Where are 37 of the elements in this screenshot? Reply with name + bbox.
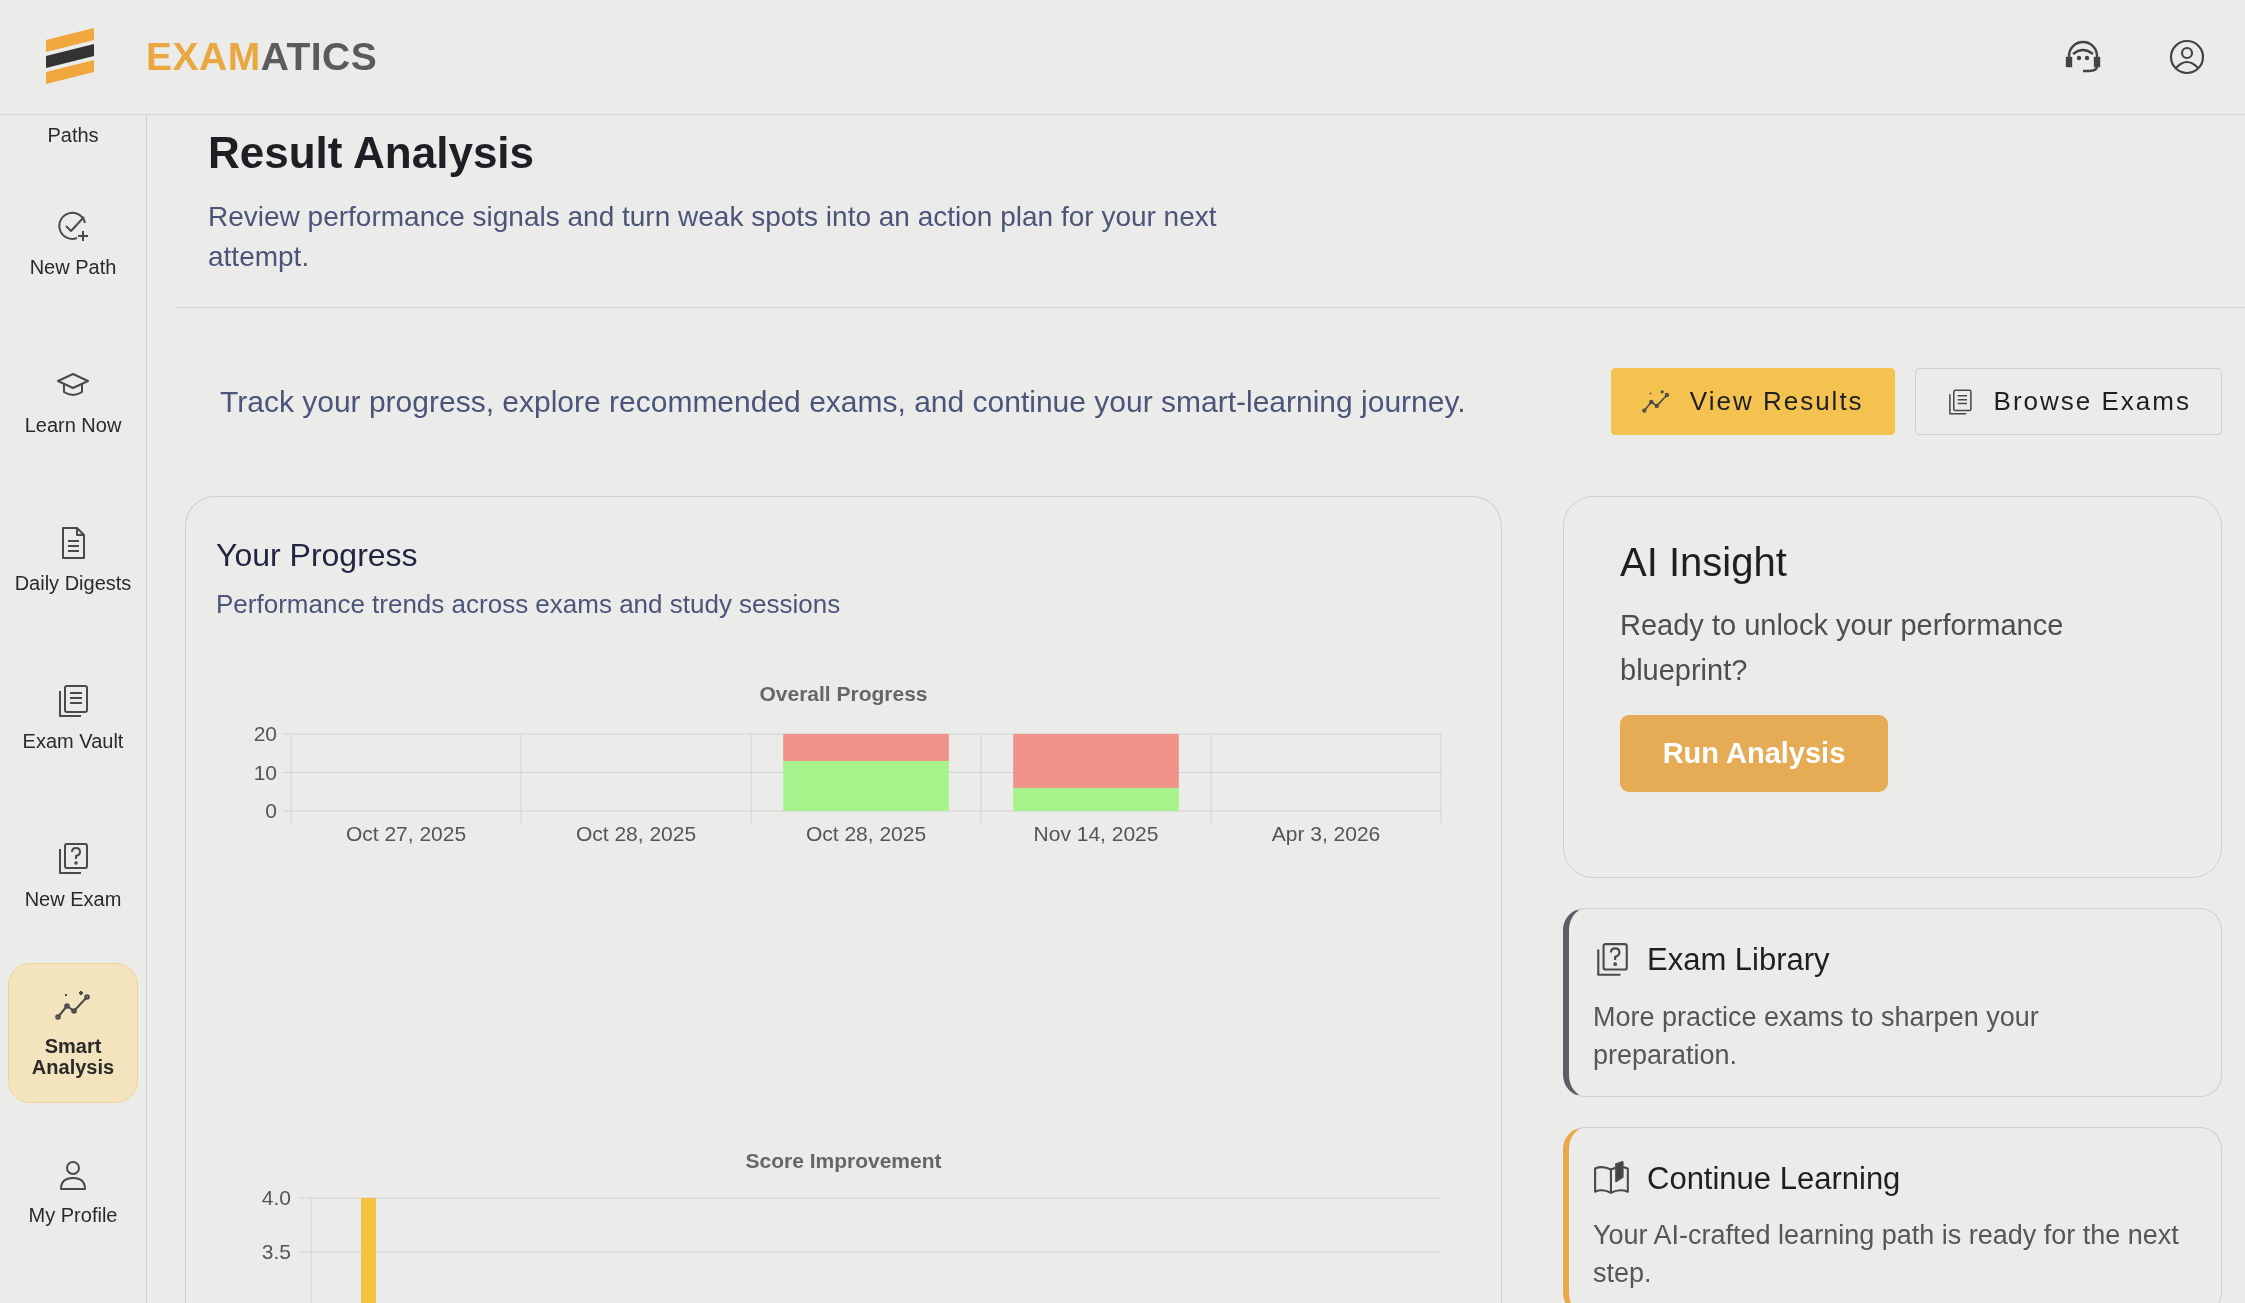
axis-tick-label: Oct 27, 2025 bbox=[345, 821, 467, 845]
intro-text: Track your progress, explore recommended exams, and continue your smart-learning journey. bbox=[220, 384, 1466, 420]
axis-tick-label: 10 bbox=[253, 760, 277, 783]
axis-tick-label: Oct 28, 2025 bbox=[805, 821, 927, 845]
chart-title: Score Improvement bbox=[744, 1147, 943, 1174]
sidebar-item[interactable]: My Profile bbox=[8, 1121, 138, 1261]
profile-icon[interactable] bbox=[2169, 39, 2205, 75]
card-subtitle: Performance trends across exams and study sessions bbox=[216, 588, 842, 621]
trend-chart-icon bbox=[1641, 387, 1670, 416]
sidebar-item[interactable]: New Exam bbox=[8, 805, 138, 945]
axis-tick-label: Nov 14, 2025 bbox=[1033, 821, 1159, 845]
axis-tick-label: 3.5 bbox=[261, 1240, 291, 1263]
card-text: More practice exams to sharpen your preparation. bbox=[1593, 1000, 2040, 1072]
axis-tick-label: Apr 3, 2026 bbox=[1271, 821, 1381, 845]
card-text: Ready to unlock your performance blueprint? bbox=[1620, 608, 2065, 688]
chart-title: Overall Progress bbox=[758, 681, 929, 707]
axis-tick-label: 4.0 bbox=[261, 1186, 291, 1209]
browse-exams-button[interactable]: Browse Exams bbox=[1914, 368, 2222, 435]
axis-tick-label: 0 bbox=[265, 798, 277, 822]
axis-tick-label: 20 bbox=[253, 721, 277, 745]
card-text: Your AI-crafted learning path is ready for the next step. bbox=[1593, 1219, 2180, 1290]
view-results-button[interactable]: View Results bbox=[1610, 368, 1895, 435]
sidebar-item[interactable]: Smart Analysis bbox=[8, 963, 138, 1103]
page-title: Result Analysis bbox=[208, 127, 536, 179]
sidebar-item[interactable]: Exam Vault bbox=[8, 647, 138, 787]
sidebar-item[interactable]: Paths bbox=[8, 115, 138, 147]
sidebar-item[interactable]: Daily Digests bbox=[8, 489, 138, 629]
brand-name: EXAMATICS bbox=[146, 33, 378, 80]
headset-icon[interactable] bbox=[2065, 40, 2101, 74]
card-title: Continue Learning bbox=[1647, 1159, 1901, 1198]
sidebar-item[interactable]: Learn Now bbox=[8, 331, 138, 471]
card-title: Your Progress bbox=[216, 536, 419, 575]
card-title: Exam Library bbox=[1647, 941, 1830, 979]
axis-tick-label: Oct 28, 2025 bbox=[575, 821, 697, 845]
sidebar-item[interactable]: New Path bbox=[8, 173, 138, 313]
card-title: AI Insight bbox=[1620, 539, 1788, 586]
page-subtitle: Review performance signals and turn weak spots into an action plan for your next attempt. bbox=[208, 200, 1218, 274]
